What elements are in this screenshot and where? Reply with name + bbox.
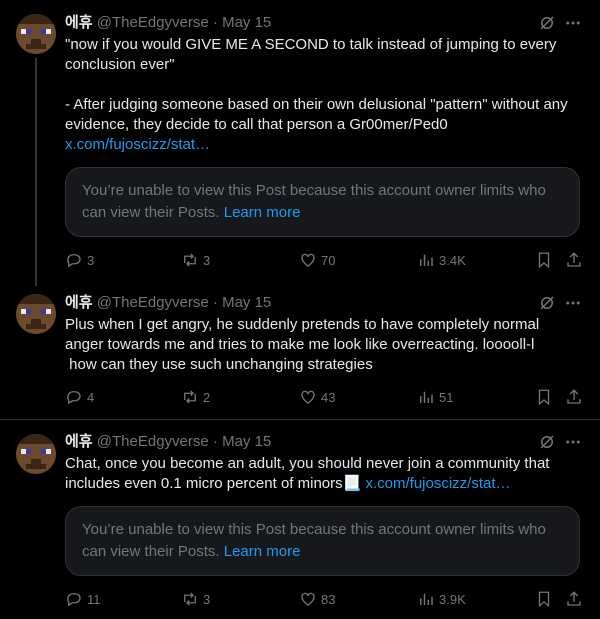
repost-button[interactable]: 2 (181, 387, 210, 407)
reply-count: 11 (87, 591, 101, 607)
repost-icon (184, 390, 196, 404)
action-bar: 11 3 83 3.9K (65, 589, 585, 609)
grok-icon[interactable] (538, 433, 556, 451)
views-count: 51 (439, 389, 454, 405)
user-handle[interactable]: @TheEdgyverse (97, 14, 209, 31)
post-link[interactable]: x.com/fujoscizz/stat… (65, 136, 210, 153)
like-button[interactable]: 43 (299, 387, 335, 407)
post-text: "now if you would GIVE ME A SECOND to ta… (65, 35, 580, 155)
share-button[interactable] (565, 250, 583, 270)
like-icon (301, 390, 315, 404)
repost-count: 2 (203, 389, 211, 405)
post[interactable]: 에휴 @TheEdgyverse · May 15 Plus when I ge… (0, 280, 600, 419)
bookmark-icon (538, 252, 550, 269)
like-button[interactable]: 83 (299, 589, 335, 609)
user-handle[interactable]: @TheEdgyverse (97, 433, 209, 450)
repost-button[interactable]: 3 (181, 589, 210, 609)
separator-dot: · (212, 14, 218, 31)
more-icon[interactable] (564, 14, 582, 32)
reply-count: 3 (87, 252, 95, 268)
display-name[interactable]: 에휴 (65, 293, 93, 311)
views-icon (420, 391, 433, 403)
like-icon (301, 592, 315, 606)
learn-more-link[interactable]: Learn more (224, 204, 301, 221)
repost-icon (184, 253, 196, 267)
bookmark-icon (538, 591, 550, 608)
views-button[interactable]: 3.4K (417, 250, 466, 270)
bookmark-button[interactable] (535, 589, 553, 609)
post-body: "now if you would GIVE ME A SECOND to ta… (65, 36, 568, 133)
post[interactable]: 에휴 @TheEdgyverse · May 15 Chat, once you… (0, 420, 600, 619)
reply-icon (67, 254, 81, 268)
avatar[interactable] (16, 294, 56, 334)
post-date[interactable]: May 15 (222, 14, 271, 31)
share-icon (567, 252, 581, 267)
reply-icon (67, 391, 81, 405)
repost-icon (184, 592, 196, 606)
repost-button[interactable]: 3 (181, 250, 210, 270)
like-icon (301, 253, 315, 267)
more-icon[interactable] (564, 433, 582, 451)
display-name[interactable]: 에휴 (65, 13, 93, 31)
avatar[interactable] (16, 434, 56, 474)
card-text: You’re unable to view this Post because … (82, 521, 546, 560)
post-date[interactable]: May 15 (222, 433, 271, 450)
post-header: 에휴 @TheEdgyverse · May 15 (65, 12, 271, 32)
reply-button[interactable]: 3 (65, 250, 94, 270)
views-icon (420, 593, 433, 605)
reply-icon (67, 593, 81, 607)
bookmark-icon (538, 389, 550, 406)
more-icon[interactable] (564, 294, 582, 312)
repost-count: 3 (203, 252, 211, 268)
post-date[interactable]: May 15 (222, 294, 271, 311)
like-button[interactable]: 70 (299, 250, 335, 270)
display-name[interactable]: 에휴 (65, 432, 93, 450)
share-icon (567, 591, 581, 606)
like-count: 70 (321, 252, 336, 268)
thread-line (35, 58, 37, 286)
grok-icon[interactable] (538, 14, 556, 32)
separator-dot: · (212, 433, 218, 450)
repost-count: 3 (203, 591, 211, 607)
views-count: 3.4K (439, 252, 466, 268)
learn-more-link[interactable]: Learn more (224, 543, 301, 560)
reply-count: 4 (87, 389, 95, 405)
reply-button[interactable]: 4 (65, 387, 94, 407)
user-handle[interactable]: @TheEdgyverse (97, 294, 209, 311)
grok-icon[interactable] (538, 294, 556, 312)
views-button[interactable]: 3.9K (417, 589, 466, 609)
unavailable-post-card[interactable]: You’re unable to view this Post because … (65, 506, 580, 576)
unavailable-post-card[interactable]: You’re unable to view this Post because … (65, 167, 580, 237)
card-text: You’re unable to view this Post because … (82, 182, 546, 221)
action-bar: 4 2 43 51 (65, 387, 585, 407)
share-button[interactable] (565, 387, 583, 407)
views-button[interactable]: 51 (417, 387, 453, 407)
views-icon (420, 254, 433, 266)
bookmark-button[interactable] (535, 387, 553, 407)
post-header: 에휴 @TheEdgyverse · May 15 (65, 292, 271, 312)
share-button[interactable] (565, 589, 583, 609)
post-link[interactable]: x.com/fujoscizz/stat… (365, 475, 510, 492)
reply-button[interactable]: 11 (65, 589, 101, 609)
avatar[interactable] (16, 14, 56, 54)
bookmark-button[interactable] (535, 250, 553, 270)
post-text: Plus when I get angry, he suddenly prete… (65, 316, 540, 373)
views-count: 3.9K (439, 591, 466, 607)
separator-dot: · (212, 294, 218, 311)
post-header: 에휴 @TheEdgyverse · May 15 (65, 431, 271, 451)
like-count: 83 (321, 591, 336, 607)
action-bar: 3 3 70 3.4K (65, 250, 585, 270)
share-icon (567, 389, 581, 404)
post-text: Chat, once you become an adult, you shou… (65, 454, 580, 494)
post[interactable]: 에휴 @TheEdgyverse · May 15 "now if you wo… (0, 0, 600, 286)
like-count: 43 (321, 389, 336, 405)
